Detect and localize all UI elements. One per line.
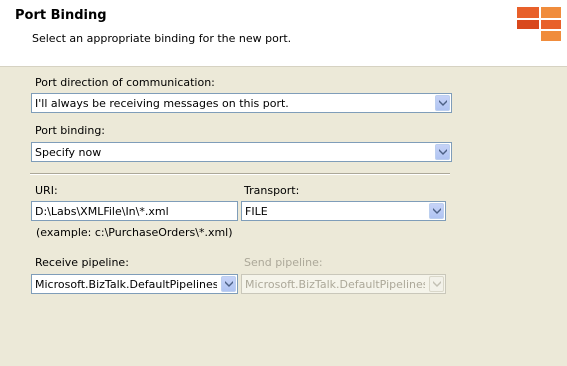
chevron-down-icon[interactable] [435,144,450,160]
send-pipeline-label: Send pipeline: [244,256,323,269]
send-pipeline-dropdown: Microsoft.BizTalk.DefaultPipelines.XML [241,274,446,294]
chevron-down-icon[interactable] [429,203,444,219]
binding-label: Port binding: [35,124,106,137]
orange-grid-logo-icon [516,6,562,42]
transport-value: FILE [245,205,268,218]
transport-dropdown[interactable]: FILE [241,201,446,221]
direction-dropdown[interactable]: I'll always be receiving messages on thi… [31,93,452,113]
wizard-header: Port Binding Select an appropriate bindi… [0,0,567,67]
receive-pipeline-dropdown[interactable]: Microsoft.BizTalk.DefaultPipelines.XML [31,274,238,294]
send-pipeline-value: Microsoft.BizTalk.DefaultPipelines.XML [245,278,425,291]
uri-example: (example: c:\PurchaseOrders\*.xml) [36,226,233,239]
binding-dropdown[interactable]: Specify now [31,142,452,162]
separator [30,173,450,175]
receive-pipeline-label: Receive pipeline: [35,256,129,269]
binding-value: Specify now [35,146,102,159]
transport-label: Transport: [244,184,300,197]
chevron-down-icon[interactable] [435,95,450,111]
page-subtitle: Select an appropriate binding for the ne… [32,32,292,45]
uri-input-box[interactable] [31,201,238,221]
chevron-down-icon [429,276,444,292]
direction-value: I'll always be receiving messages on thi… [35,97,289,110]
page-title: Port Binding [15,8,107,23]
direction-label: Port direction of communication: [35,76,215,89]
receive-pipeline-value: Microsoft.BizTalk.DefaultPipelines.XML [35,278,217,291]
uri-input[interactable] [32,202,237,220]
uri-label: URI: [35,184,58,197]
chevron-down-icon[interactable] [221,276,236,292]
